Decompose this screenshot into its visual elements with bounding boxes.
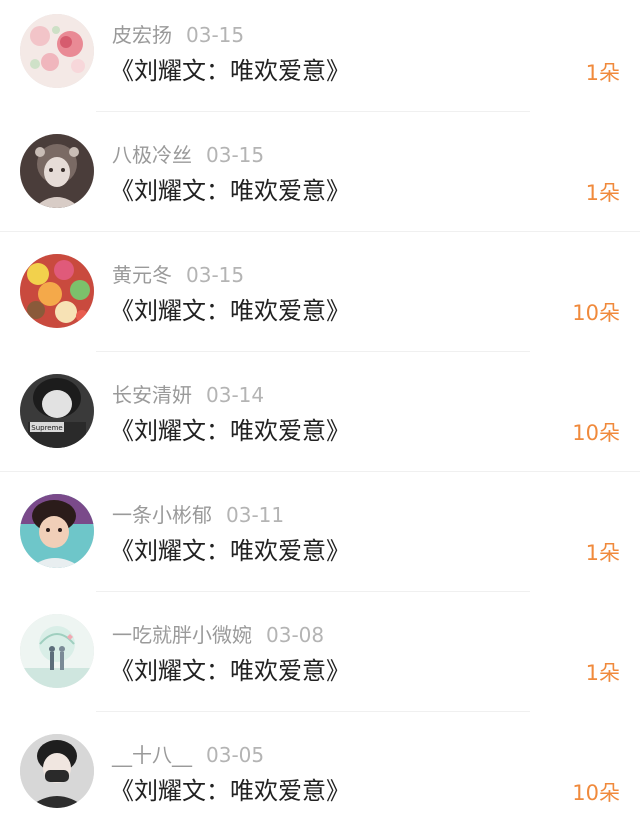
username[interactable]: 长安清妍: [112, 383, 192, 407]
avatar-text: Supreme: [31, 424, 62, 432]
flower-count: 1朵: [585, 661, 620, 685]
candy-avatar-icon: [20, 254, 94, 328]
divider: [0, 231, 640, 232]
list-item[interactable]: __十八__ 03-05 《刘耀文：唯欢爱意》 10朵: [0, 720, 640, 840]
record-meta: 一吃就胖小微婉 03-08: [112, 620, 324, 650]
gift-title: 《刘耀文：唯欢爱意》: [110, 537, 350, 565]
record-meta: 一条小彬郁 03-11: [112, 500, 284, 530]
list-item[interactable]: 八极冷丝 03-15 《刘耀文：唯欢爱意》 1朵: [0, 120, 640, 240]
avatar[interactable]: [20, 734, 94, 808]
couple-illustration-avatar-icon: [20, 614, 94, 688]
username[interactable]: __十八__: [112, 743, 192, 767]
list-item[interactable]: 一条小彬郁 03-11 《刘耀文：唯欢爱意》 1朵: [0, 480, 640, 600]
date: 03-11: [226, 503, 285, 527]
list-item[interactable]: 一吃就胖小微婉 03-08 《刘耀文：唯欢爱意》 1朵: [0, 600, 640, 720]
date: 03-15: [186, 263, 245, 287]
supreme-girl-avatar-icon: Supreme: [20, 374, 94, 448]
flower-count: 10朵: [572, 421, 620, 445]
gift-title: 《刘耀文：唯欢爱意》: [110, 777, 350, 805]
gift-title: 《刘耀文：唯欢爱意》: [110, 177, 350, 205]
username[interactable]: 一吃就胖小微婉: [112, 623, 252, 647]
divider: [96, 591, 530, 592]
username[interactable]: 黄元冬: [112, 263, 172, 287]
flower-count: 1朵: [585, 61, 620, 85]
record-meta: 长安清妍 03-14: [112, 380, 264, 410]
divider: [96, 111, 530, 112]
avatar[interactable]: [20, 14, 94, 88]
list-item[interactable]: 皮宏扬 03-15 《刘耀文：唯欢爱意》 1朵: [0, 0, 640, 120]
record-meta: 八极冷丝 03-15: [112, 140, 264, 170]
anime-girl-avatar-icon: [20, 134, 94, 208]
gift-title: 《刘耀文：唯欢爱意》: [110, 417, 350, 445]
list-item[interactable]: 黄元冬 03-15 《刘耀文：唯欢爱意》 10朵: [0, 240, 640, 360]
date: 03-08: [266, 623, 325, 647]
record-meta: 皮宏扬 03-15: [112, 20, 244, 50]
username[interactable]: 皮宏扬: [112, 23, 172, 47]
avatar[interactable]: [20, 254, 94, 328]
flowers-avatar-icon: [20, 14, 94, 88]
date: 03-05: [206, 743, 265, 767]
masked-boy-avatar-icon: [20, 734, 94, 808]
record-meta: __十八__ 03-05: [112, 740, 264, 770]
date: 03-15: [206, 143, 265, 167]
divider: [0, 471, 640, 472]
avatar[interactable]: Supreme: [20, 374, 94, 448]
record-meta: 黄元冬 03-15: [112, 260, 244, 290]
flower-count: 10朵: [572, 781, 620, 805]
divider: [96, 351, 530, 352]
divider: [96, 711, 530, 712]
gift-record-list: 皮宏扬 03-15 《刘耀文：唯欢爱意》 1朵 八极冷丝 03-15 《刘耀文：唯欢…: [0, 0, 640, 834]
avatar[interactable]: [20, 494, 94, 568]
username[interactable]: 一条小彬郁: [112, 503, 212, 527]
date: 03-15: [186, 23, 245, 47]
gift-title: 《刘耀文：唯欢爱意》: [110, 57, 350, 85]
avatar[interactable]: [20, 614, 94, 688]
gift-title: 《刘耀文：唯欢爱意》: [110, 657, 350, 685]
list-item[interactable]: Supreme 长安清妍 03-14 《刘耀文：唯欢爱意》 10朵: [0, 360, 640, 480]
boy-avatar-icon: [20, 494, 94, 568]
flower-count: 1朵: [585, 181, 620, 205]
username[interactable]: 八极冷丝: [112, 143, 192, 167]
gift-title: 《刘耀文：唯欢爱意》: [110, 297, 350, 325]
flower-count: 1朵: [585, 541, 620, 565]
flower-count: 10朵: [572, 301, 620, 325]
avatar[interactable]: [20, 134, 94, 208]
date: 03-14: [206, 383, 265, 407]
